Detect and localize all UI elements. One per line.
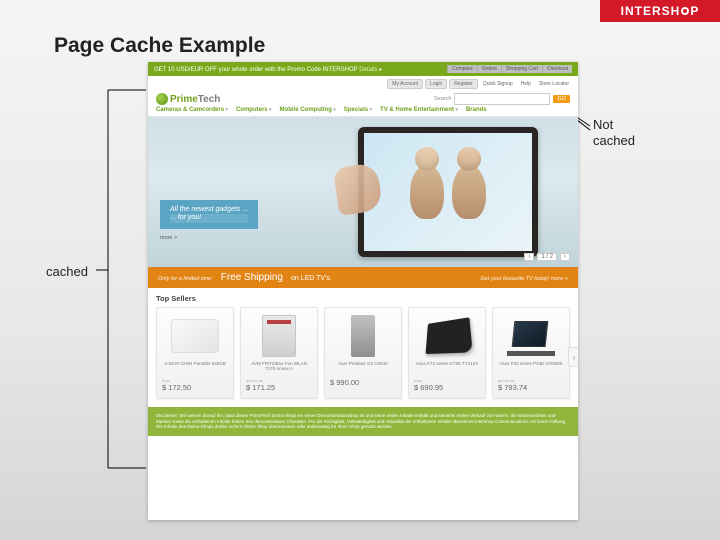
product-card[interactable]: Asus P43 series P43E-VO009X as low as$ 7…	[492, 307, 570, 399]
product-price: $ 690.95	[414, 383, 443, 392]
login-button[interactable]: Login	[425, 79, 447, 89]
hero-callout: All the newest gadgets ... ... for you!	[160, 200, 258, 230]
brand-bar: INTERSH P	[600, 0, 720, 22]
pager-next-button[interactable]: ›	[560, 253, 570, 261]
shipping-on: on LED TV's.	[291, 275, 332, 282]
nav-specials[interactable]: Specials	[344, 107, 372, 113]
promo-details-link[interactable]: Details ▸	[359, 67, 382, 73]
product-name: A-DATA CH94 Portable 640GB	[164, 362, 226, 374]
product-name: AVM FRITZ!Box Fon WLAN 7170 Annex A	[246, 362, 312, 374]
search-go-button[interactable]: GO	[553, 95, 570, 103]
search: Search GO	[434, 93, 570, 105]
logo-text-prime: Prime	[170, 94, 198, 105]
product-image	[507, 317, 555, 356]
header-row: PrimeTech Search GO	[148, 89, 578, 107]
nav-mobile[interactable]: Mobile Computing	[280, 107, 336, 113]
hero-pager: ‹ 1 / 2 ›	[524, 253, 570, 261]
product-image	[351, 315, 375, 357]
help-link[interactable]: Help	[518, 80, 534, 88]
site-logo[interactable]: PrimeTech	[156, 93, 220, 105]
shipping-lead: Only for a limited time:	[158, 276, 213, 282]
promo-bar: GET 10 USD/EUR OFF your whole order with…	[148, 62, 578, 76]
logo-text-tech: Tech	[198, 94, 221, 105]
shipping-tail: Get your favourite TV today! more	[480, 276, 568, 282]
store-locator-link[interactable]: Store Locator	[536, 80, 572, 88]
hand-icon	[333, 162, 383, 216]
search-input[interactable]	[454, 93, 550, 105]
product-name: Asus K73 series K73E-TY210V	[416, 362, 479, 374]
product-price: $ 172.50	[162, 383, 191, 392]
product-name: Acer Predator G3 G3610	[338, 362, 388, 374]
nav-computers[interactable]: Computers	[236, 107, 272, 113]
shipping-big: Free Shipping	[221, 272, 283, 283]
annotation-not-cached: Not cached	[593, 117, 635, 150]
hero-line2: ... for you!	[170, 214, 248, 223]
product-card[interactable]: Asus K73 series K73E-TY210V from$ 690.95	[408, 307, 486, 399]
product-image	[171, 319, 219, 353]
search-label: Search	[434, 96, 451, 102]
product-price: $ 793.74	[498, 383, 527, 392]
product-name: Asus P43 series P43E-VO009X	[499, 362, 562, 374]
product-price: $ 990.00	[330, 378, 359, 387]
hero-figure-1	[410, 165, 444, 219]
quick-signup-link[interactable]: Quick Signup	[480, 80, 516, 88]
nav-cameras[interactable]: Cameras & Camcorders	[156, 107, 228, 113]
nav-tv[interactable]: TV & Home Entertainment	[380, 107, 458, 113]
product-image	[262, 315, 296, 357]
hero-figure-2	[452, 165, 486, 219]
page-title: Page Cache Example	[54, 34, 265, 58]
annotation-cached: cached	[46, 264, 88, 279]
pager-prev-button[interactable]: ‹	[524, 253, 534, 261]
logo-swirl-icon	[156, 93, 168, 105]
promo-link-orders[interactable]: Orders	[477, 65, 501, 73]
promo-link-checkout[interactable]: Checkout	[542, 65, 572, 73]
promo-link-cart[interactable]: Shopping Cart	[501, 65, 542, 73]
brand-text-2: P	[690, 4, 699, 18]
promo-link-compare[interactable]: Compare	[447, 65, 477, 73]
products-next-button[interactable]: ›	[568, 347, 578, 367]
my-account-button[interactable]: My Account	[387, 79, 423, 89]
nav-brands[interactable]: Brands	[466, 107, 487, 113]
embedded-site-screenshot: GET 10 USD/EUR OFF your whole order with…	[148, 62, 578, 520]
pager-page: 1 / 2	[537, 253, 557, 261]
shipping-banner[interactable]: Only for a limited time: Free Shipping o…	[148, 267, 578, 288]
hero-line1: All the newest gadgets ...	[170, 206, 248, 213]
register-button[interactable]: Register	[449, 79, 478, 89]
product-row: A-DATA CH94 Portable 640GB from$ 172.50 …	[148, 307, 578, 407]
product-card[interactable]: Acer Predator G3 G3610 $ 990.00	[324, 307, 402, 399]
footer-disclaimer: Disclaimer: Wir weisen darauf hin, dass …	[148, 407, 578, 436]
main-nav: Cameras & Camcorders Computers Mobile Co…	[148, 107, 578, 117]
product-price: $ 171.25	[246, 383, 275, 392]
hero-image	[358, 127, 538, 257]
product-image	[426, 317, 473, 354]
brand-dot-icon	[681, 7, 689, 15]
promo-text: GET 10 USD/EUR OFF your whole order with…	[154, 67, 358, 73]
topbar: My Account Login Register Quick Signup H…	[148, 76, 578, 89]
hero-more-link[interactable]: more	[160, 235, 177, 241]
product-card[interactable]: A-DATA CH94 Portable 640GB from$ 172.50	[156, 307, 234, 399]
brand-text-1: INTERSH	[621, 4, 681, 18]
hero-banner[interactable]: All the newest gadgets ... ... for you! …	[148, 117, 578, 267]
product-card[interactable]: AVM FRITZ!Box Fon WLAN 7170 Annex A as l…	[240, 307, 318, 399]
top-sellers-heading: Top Sellers	[148, 288, 578, 307]
